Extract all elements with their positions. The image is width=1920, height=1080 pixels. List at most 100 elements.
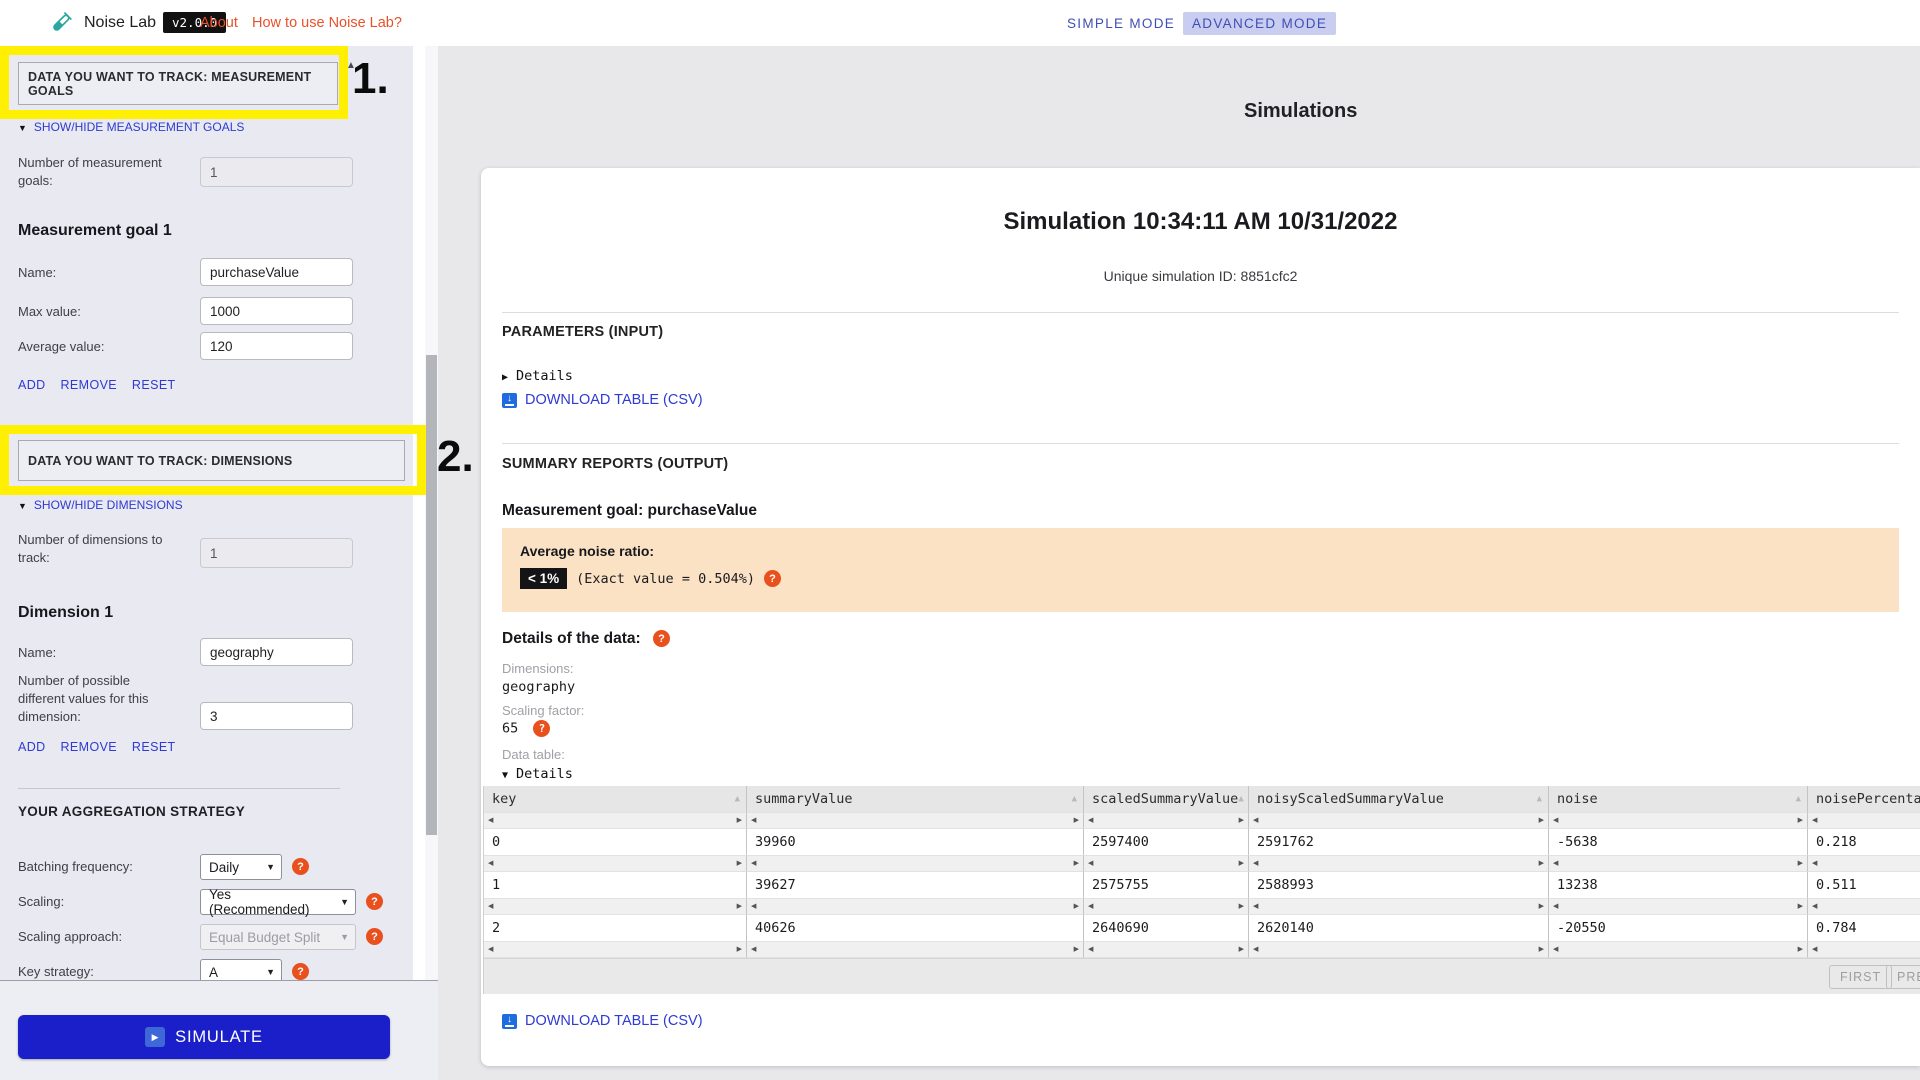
goals-count-input: 1: [200, 157, 353, 187]
goals-reset-button[interactable]: RESET: [132, 378, 176, 392]
download-table-bottom-link[interactable]: ↓ DOWNLOAD TABLE (CSV): [502, 1013, 703, 1029]
divider: [502, 312, 1899, 313]
average-noise-box: Average noise ratio: < 1% (Exact value =…: [502, 528, 1899, 612]
scaling-factor-value: 65 ?: [502, 720, 551, 737]
goal-max-value: 1000: [210, 303, 241, 319]
pagination-first-button[interactable]: FIRST: [1829, 965, 1893, 989]
dimensions-meta-label: Dimensions:: [502, 661, 574, 676]
advanced-mode-button[interactable]: ADVANCED MODE: [1183, 12, 1337, 35]
scaling-value: Yes (Recommended): [209, 887, 310, 917]
column-header[interactable]: noise ▲: [1549, 786, 1808, 812]
dims-actions: ADD REMOVE RESET: [18, 740, 187, 754]
table-details-toggle[interactable]: ▼ Details: [502, 766, 573, 782]
approach-help-icon[interactable]: ?: [366, 928, 383, 945]
goal-name-input[interactable]: purchaseValue: [200, 258, 353, 286]
dimensions-section-header: DATA YOU WANT TO TRACK: DIMENSIONS: [18, 440, 405, 481]
nav-about-link[interactable]: About: [200, 15, 238, 31]
batching-help-icon[interactable]: ?: [292, 858, 309, 875]
scaling-help-icon[interactable]: ?: [366, 893, 383, 910]
toggle-measurement-goals[interactable]: ▼ SHOW/HIDE MEASUREMENT GOALS: [18, 120, 244, 134]
dims-add-button[interactable]: ADD: [18, 740, 46, 754]
pagination-prev-button[interactable]: PREV: [1886, 965, 1920, 989]
scrollbar-thumb[interactable]: [426, 355, 437, 835]
dims-count-value: 1: [210, 545, 218, 561]
simulate-button-label: SIMULATE: [175, 1027, 263, 1046]
dims-count-input: 1: [200, 538, 353, 568]
triangle-down-icon: ▼: [18, 501, 27, 511]
play-icon: ▶: [145, 1027, 166, 1047]
noise-exact-value: (Exact value = 0.504%): [576, 570, 755, 587]
sort-icon: ▲: [1071, 794, 1077, 804]
divider: [502, 443, 1899, 444]
sort-icon: ▲: [1795, 794, 1801, 804]
chevron-down-icon: ▼: [266, 862, 275, 872]
goal-1-title: Measurement goal 1: [18, 222, 172, 239]
column-header[interactable]: key ▲: [484, 786, 747, 812]
goal-max-input[interactable]: 1000: [200, 297, 353, 325]
goal-name-label: Name:: [18, 265, 57, 280]
toggle-dimensions[interactable]: ▼ SHOW/HIDE DIMENSIONS: [18, 498, 183, 512]
table-row[interactable]: 0 39960 2597400 2591762 -5638 0.218: [484, 829, 1920, 855]
goals-remove-button[interactable]: REMOVE: [60, 378, 117, 392]
sidebar-scrollbar[interactable]: [425, 46, 438, 1080]
details-label: Details: [516, 368, 573, 384]
parameters-details-toggle[interactable]: ▶ Details: [502, 368, 573, 384]
simple-mode-button[interactable]: SIMPLE MODE: [1058, 12, 1184, 35]
download-table-top-label: DOWNLOAD TABLE (CSV): [525, 392, 703, 408]
details-help-icon[interactable]: ?: [652, 630, 670, 648]
sort-icon: ▲: [1536, 794, 1542, 804]
parameters-header: PARAMETERS (INPUT): [502, 324, 664, 340]
table-row[interactable]: 1 39627 2575755 2588993 13238 0.511: [484, 872, 1920, 898]
top-bar: Noise Lab v2.0.0 About How to use Noise …: [0, 0, 1920, 46]
chevron-down-icon: ▼: [340, 897, 349, 907]
toggle-measurement-goals-label: SHOW/HIDE MEASUREMENT GOALS: [33, 120, 245, 134]
dim-values-value: 3: [210, 708, 218, 724]
key-strategy-help-icon[interactable]: ?: [292, 963, 309, 980]
results-table: key ▲ summaryValue ▲ scaledSummaryValue ▲ n…: [483, 786, 1920, 994]
batching-select[interactable]: Daily ▼: [200, 854, 282, 880]
settings-sidebar: DATA YOU WANT TO TRACK: MEASUREMENT GOAL…: [0, 46, 474, 1080]
dims-remove-button[interactable]: REMOVE: [60, 740, 117, 754]
scaling-select[interactable]: Yes (Recommended) ▼: [200, 887, 356, 917]
dims-reset-button[interactable]: RESET: [132, 740, 176, 754]
download-table-bottom-label: DOWNLOAD TABLE (CSV): [525, 1013, 703, 1029]
scaling-label: Scaling:: [18, 894, 65, 909]
goals-section-header: DATA YOU WANT TO TRACK: MEASUREMENT GOAL…: [18, 62, 338, 105]
goals-count-label: Number of measurement goals:: [18, 155, 162, 188]
measurement-goal-line: Measurement goal: purchaseValue: [502, 502, 757, 519]
column-header[interactable]: scaledSummaryValue ▲: [1084, 786, 1249, 812]
simulations-title: Simulations: [1244, 100, 1358, 122]
triangle-down-icon: ▼: [502, 770, 509, 781]
triangle-down-icon: ▼: [18, 123, 27, 133]
dim-values-input[interactable]: 3: [200, 702, 353, 730]
goals-actions: ADD REMOVE RESET: [18, 378, 187, 392]
key-strategy-value: A: [209, 964, 219, 980]
simulate-button[interactable]: ▶ SIMULATE: [18, 1015, 390, 1059]
column-header[interactable]: noisyScaledSummaryValue ▲: [1249, 786, 1549, 812]
column-scroll-strip[interactable]: [484, 812, 1920, 829]
goal-avg-value: 120: [210, 338, 233, 354]
dim-name-input[interactable]: geography: [200, 638, 353, 666]
dimension-1-title: Dimension 1: [18, 604, 114, 621]
summary-reports-header: SUMMARY REPORTS (OUTPUT): [502, 456, 729, 472]
noise-ratio-label: Average noise ratio:: [520, 543, 655, 559]
simulation-id: Unique simulation ID: 8851cfc2: [1103, 268, 1298, 284]
noise-help-icon[interactable]: ?: [763, 570, 781, 587]
goals-add-button[interactable]: ADD: [18, 378, 46, 392]
scaling-factor-help-icon[interactable]: ?: [533, 720, 551, 737]
column-header[interactable]: summaryValue ▲: [747, 786, 1084, 812]
nav-how-to-link[interactable]: How to use Noise Lab?: [252, 15, 402, 31]
goal-name-value: purchaseValue: [210, 264, 300, 280]
download-table-top-link[interactable]: ↓ DOWNLOAD TABLE (CSV): [502, 392, 703, 408]
goal-avg-input[interactable]: 120: [200, 332, 353, 360]
column-scroll-strip[interactable]: [484, 898, 1920, 915]
annotation-1: 1.: [352, 54, 389, 103]
dim-name-value: geography: [210, 644, 274, 660]
column-header[interactable]: noisePercentage▲: [1808, 786, 1920, 812]
table-row[interactable]: 2 40626 2640690 2620140 -20550 0.784: [484, 915, 1920, 941]
column-scroll-strip[interactable]: [484, 855, 1920, 872]
data-table-label: Data table:: [502, 747, 565, 762]
approach-value: Equal Budget Split: [209, 929, 321, 945]
approach-label: Scaling approach:: [18, 929, 123, 944]
column-scroll-strip[interactable]: [484, 941, 1920, 958]
